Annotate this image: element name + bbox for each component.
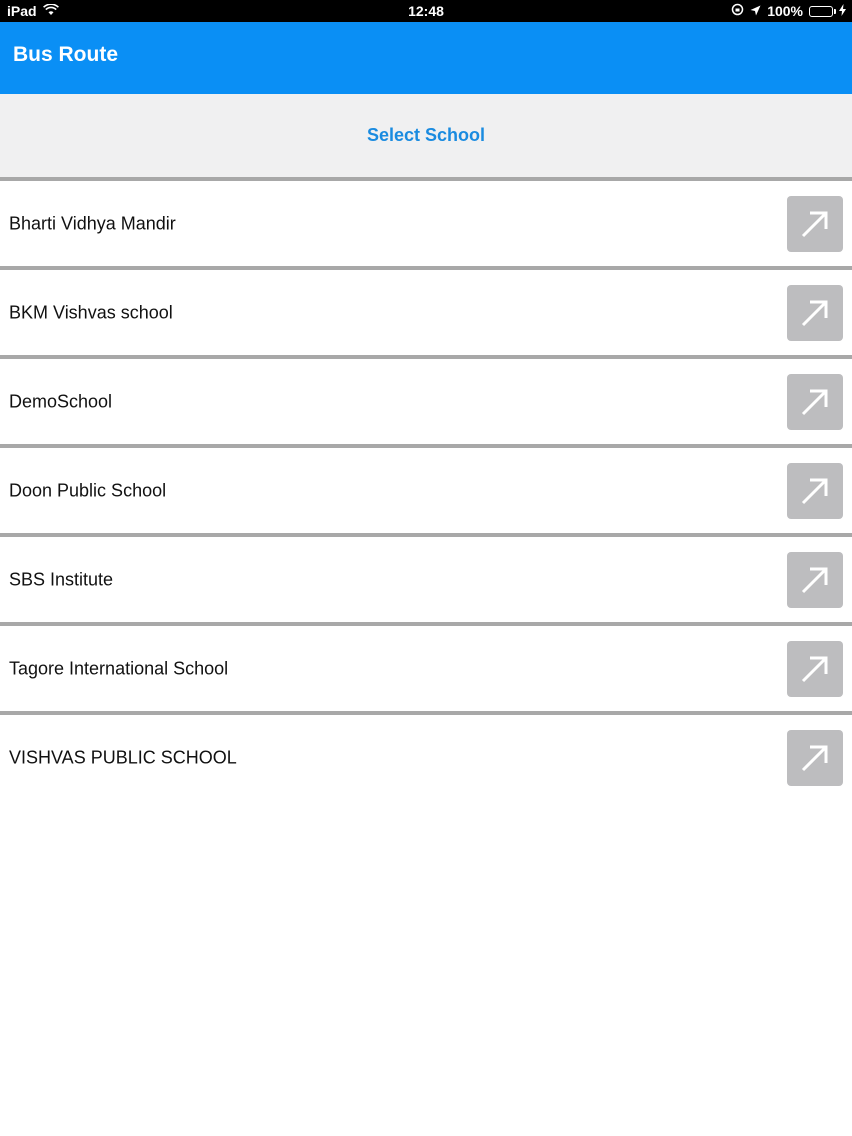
charging-icon — [839, 3, 846, 19]
arrow-up-right-icon — [801, 300, 828, 326]
status-bar: iPad 12:48 100% — [0, 0, 852, 22]
open-school-button[interactable] — [787, 729, 843, 786]
select-school-label: Select School — [366, 125, 486, 145]
school-row[interactable]: Doon Public School — [0, 444, 852, 533]
arrow-up-right-icon — [801, 745, 828, 771]
open-school-button[interactable] — [787, 195, 843, 252]
arrow-up-right-icon — [801, 478, 828, 504]
school-row[interactable]: BKM Vishvas school — [0, 266, 852, 355]
school-name: Bharti Vidhya Mandir — [9, 213, 176, 233]
open-school-button[interactable] — [787, 462, 843, 519]
battery-icon — [809, 5, 836, 17]
arrow-up-right-icon — [801, 389, 828, 415]
page-title: Bus Route — [13, 43, 118, 66]
school-row[interactable]: VISHVAS PUBLIC SCHOOL — [0, 711, 852, 800]
school-name: SBS Institute — [9, 569, 114, 589]
school-row[interactable]: Tagore International School — [0, 622, 852, 711]
battery-percent: 100% — [767, 3, 803, 19]
arrow-up-right-icon — [801, 656, 828, 682]
open-school-button[interactable] — [787, 373, 843, 430]
rotation-lock-icon — [731, 3, 744, 19]
school-name: Tagore International School — [9, 658, 229, 678]
open-school-button[interactable] — [787, 640, 843, 697]
location-icon — [750, 3, 761, 19]
arrow-up-right-icon — [801, 567, 828, 593]
school-name: DemoSchool — [9, 391, 113, 411]
open-school-button[interactable] — [787, 551, 843, 608]
arrow-up-right-icon — [801, 211, 828, 237]
school-name: BKM Vishvas school — [9, 302, 173, 322]
school-name: Doon Public School — [9, 480, 167, 500]
status-right: 100% — [731, 3, 846, 19]
navigation-bar: Bus Route — [0, 22, 852, 94]
school-name: VISHVAS PUBLIC SCHOOL — [9, 747, 237, 767]
school-list: Bharti Vidhya Mandir BKM Vishvas school … — [0, 177, 852, 800]
open-school-button[interactable] — [787, 284, 843, 341]
status-time: 12:48 — [408, 3, 444, 19]
select-school-header: Select School — [0, 94, 852, 177]
school-row[interactable]: Bharti Vidhya Mandir — [0, 177, 852, 266]
school-row[interactable]: DemoSchool — [0, 355, 852, 444]
school-row[interactable]: SBS Institute — [0, 533, 852, 622]
